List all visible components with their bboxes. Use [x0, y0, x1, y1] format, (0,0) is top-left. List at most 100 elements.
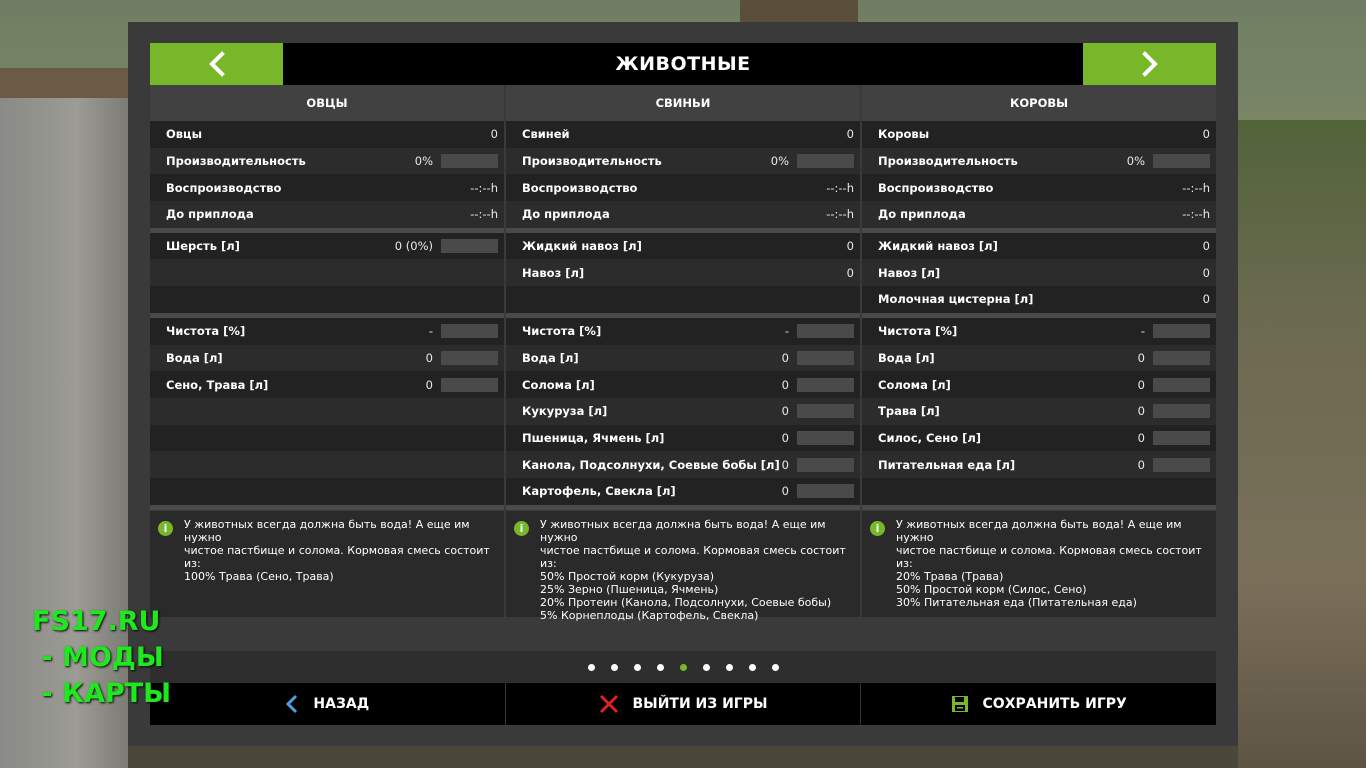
- column-title: КОРОВЫ: [862, 85, 1216, 121]
- stat-value: --:--h: [826, 180, 854, 195]
- stat-value: 0: [425, 350, 433, 365]
- stat-row: Жидкий навоз [л] 0: [862, 232, 1216, 260]
- section-divider: [862, 504, 1216, 510]
- animal-column: КОРОВЫ Коровы 0 Производительность 0% Воспрои…: [862, 85, 1216, 510]
- progress-bar: [1153, 350, 1210, 365]
- stat-label: Молочная цистерна [л]: [878, 292, 1034, 307]
- stat-value: -: [784, 324, 789, 339]
- back-label: НАЗАД: [313, 696, 370, 712]
- stat-value: 0: [1137, 377, 1145, 392]
- page-title: ЖИВОТНЫЕ: [615, 53, 751, 75]
- stat-label: Овцы: [166, 127, 202, 142]
- stat-value: 0: [846, 239, 854, 254]
- stat-value: 0: [1137, 457, 1145, 472]
- stat-label: Навоз [л]: [522, 265, 585, 280]
- progress-bar: [797, 430, 854, 445]
- stat-value: 0: [781, 350, 789, 365]
- chevron-right-icon: [1141, 51, 1158, 77]
- save-game-button[interactable]: СОХРАНИТЬ ИГРУ: [861, 683, 1216, 725]
- stat-row: [150, 477, 504, 505]
- stat-label: Чистота [%]: [522, 324, 602, 339]
- stat-label: Производительность: [878, 154, 1018, 169]
- stat-label: До приплода: [878, 207, 966, 222]
- column-title: СВИНЬИ: [506, 85, 860, 121]
- page-dot[interactable]: [633, 663, 641, 671]
- info-box: i У животных всегда должна быть вода! А …: [862, 511, 1216, 617]
- stat-row: Навоз [л] 0: [506, 259, 860, 287]
- stat-row: До приплода --:--h: [150, 201, 504, 228]
- stat-row: [150, 259, 504, 287]
- page-dot[interactable]: [725, 663, 733, 671]
- stat-value: 0%: [1126, 154, 1145, 169]
- progress-bar: [797, 377, 854, 392]
- stat-value: 0: [1137, 404, 1145, 419]
- progress-bar: [797, 350, 854, 365]
- stat-row: До приплода --:--h: [506, 201, 860, 228]
- stat-value: 0: [1202, 239, 1210, 254]
- stat-value: 0: [1202, 265, 1210, 280]
- stat-row: Солома [л] 0: [862, 371, 1216, 398]
- footer-bar: НАЗАД ВЫЙТИ ИЗ ИГРЫ СОХРАНИТЬ ИГРУ: [150, 683, 1216, 725]
- save-label: СОХРАНИТЬ ИГРУ: [982, 696, 1127, 712]
- page-dot[interactable]: [679, 663, 687, 671]
- next-page-button[interactable]: [1083, 43, 1216, 85]
- stat-label: До приплода: [522, 207, 610, 222]
- progress-bar: [1153, 377, 1210, 392]
- progress-bar: [797, 484, 854, 499]
- background-wall-roof: [0, 68, 128, 98]
- stat-row: Коровы 0: [862, 121, 1216, 148]
- stat-row: [150, 424, 504, 452]
- stat-value: 0: [781, 484, 789, 499]
- stat-label: Свиней: [522, 127, 570, 142]
- watermark-line: FS17.RU: [32, 606, 161, 637]
- stat-value: --:--h: [470, 180, 498, 195]
- stat-value: 0: [781, 377, 789, 392]
- stat-value: -: [1140, 324, 1145, 339]
- stat-label: Шерсть [л]: [166, 239, 240, 254]
- back-button[interactable]: НАЗАД: [150, 683, 506, 725]
- stat-label: Силос, Сено [л]: [878, 430, 982, 445]
- page-dot[interactable]: [702, 663, 710, 671]
- info-text: У животных всегда должна быть вода! А ещ…: [896, 518, 1202, 609]
- stat-row: Вода [л] 0: [506, 344, 860, 372]
- stat-row: Шерсть [л] 0 (0%): [150, 232, 504, 260]
- quit-label: ВЫЙТИ ИЗ ИГРЫ: [632, 696, 768, 712]
- stat-label: Трава [л]: [878, 404, 940, 419]
- prev-page-button[interactable]: [150, 43, 283, 85]
- chevron-left-icon: [208, 51, 225, 77]
- page-dot[interactable]: [610, 663, 618, 671]
- stat-row: Кукуруза [л] 0: [506, 397, 860, 425]
- stat-label: Солома [л]: [878, 377, 951, 392]
- stat-value: 0: [846, 127, 854, 142]
- stat-row: Трава [л] 0: [862, 397, 1216, 425]
- stat-value: 0: [425, 377, 433, 392]
- page-dot[interactable]: [587, 663, 595, 671]
- stat-row: Овцы 0: [150, 121, 504, 148]
- stat-row: Канола, Подсолнухи, Соевые бобы [л] 0: [506, 451, 860, 478]
- chevron-left-icon: [285, 694, 299, 714]
- stat-row: Вода [л] 0: [862, 344, 1216, 372]
- page-dot[interactable]: [656, 663, 664, 671]
- stat-label: Пшеница, Ячмень [л]: [522, 430, 665, 445]
- stat-row: До приплода --:--h: [862, 201, 1216, 228]
- page-dot[interactable]: [771, 663, 779, 671]
- stat-row: [150, 451, 504, 478]
- stat-label: Картофель, Свекла [л]: [522, 484, 676, 499]
- watermark: FS17.RU - МОДЫ - КАРТЫ: [32, 604, 171, 712]
- stat-row: Вода [л] 0: [150, 344, 504, 372]
- stat-row: Воспроизводство --:--h: [506, 174, 860, 202]
- stat-row: Солома [л] 0: [506, 371, 860, 398]
- animal-column: СВИНЬИ Свиней 0 Производительность 0% Воспрои…: [506, 85, 860, 510]
- pagination-dots: [150, 651, 1216, 683]
- info-icon: i: [158, 521, 173, 536]
- page-header: ЖИВОТНЫЕ: [150, 43, 1216, 85]
- info-text: У животных всегда должна быть вода! А ещ…: [540, 518, 846, 622]
- page-dot[interactable]: [748, 663, 756, 671]
- watermark-line: - МОДЫ: [32, 642, 164, 673]
- progress-bar: [441, 154, 498, 169]
- quit-game-button[interactable]: ВЫЙТИ ИЗ ИГРЫ: [506, 683, 862, 725]
- progress-bar: [797, 457, 854, 472]
- stat-value: 0: [781, 404, 789, 419]
- stat-label: Воспроизводство: [522, 180, 638, 195]
- stat-row: Картофель, Свекла [л] 0: [506, 477, 860, 505]
